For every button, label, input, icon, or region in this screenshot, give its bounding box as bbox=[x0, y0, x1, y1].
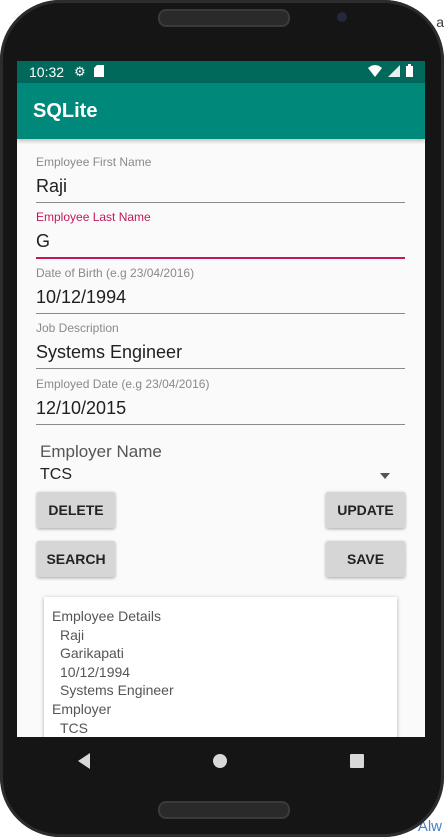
employer-spinner[interactable]: TCS bbox=[40, 466, 390, 488]
first-name-label: Employee First Name bbox=[36, 155, 152, 169]
top-speaker bbox=[158, 9, 290, 27]
details-heading: Employee Details bbox=[52, 608, 161, 624]
details-last-name: Garikapati bbox=[60, 645, 124, 662]
navigation-bar bbox=[17, 737, 425, 785]
job-label: Job Description bbox=[36, 321, 119, 335]
details-employer-value: TCS bbox=[60, 719, 88, 736]
gear-icon: ⚙ bbox=[74, 64, 86, 79]
first-name-input[interactable]: Raji bbox=[36, 169, 405, 203]
last-name-label: Employee Last Name bbox=[36, 210, 151, 224]
update-button[interactable]: UPDATE bbox=[326, 492, 405, 528]
last-name-input[interactable]: G bbox=[36, 224, 405, 259]
bottom-speaker bbox=[158, 801, 290, 819]
details-employer-heading: Employer bbox=[52, 700, 112, 717]
signal-icon bbox=[388, 64, 400, 80]
front-camera bbox=[337, 12, 347, 22]
employed-date-field[interactable]: Employed Date (e.g 23/04/2016) 12/10/201… bbox=[36, 377, 405, 425]
status-bar: 10:32 ⚙ bbox=[17, 61, 425, 83]
app-title: SQLite bbox=[33, 99, 98, 122]
recents-icon[interactable] bbox=[349, 754, 364, 768]
home-icon[interactable] bbox=[212, 754, 227, 768]
job-field[interactable]: Job Description Systems Engineer bbox=[36, 321, 405, 369]
details-job: Systems Engineer bbox=[60, 682, 174, 699]
device-screen: 10:32 ⚙ SQLite Employee First Name Raji … bbox=[17, 61, 425, 737]
job-input[interactable]: Systems Engineer bbox=[36, 335, 405, 369]
dob-field[interactable]: Date of Birth (e.g 23/04/2016) 10/12/199… bbox=[36, 266, 405, 314]
back-icon[interactable] bbox=[78, 753, 91, 769]
sd-card-icon bbox=[93, 64, 104, 80]
battery-icon bbox=[406, 64, 413, 80]
save-button[interactable]: SAVE bbox=[326, 541, 405, 577]
employer-value: TCS bbox=[40, 466, 72, 483]
dob-label: Date of Birth (e.g 23/04/2016) bbox=[36, 266, 195, 280]
employee-details-card: Employee Details Raji Garikapati 10/12/1… bbox=[44, 597, 397, 737]
dropdown-arrow-icon[interactable] bbox=[380, 473, 390, 479]
status-time: 10:32 bbox=[29, 64, 65, 80]
employed-date-label: Employed Date (e.g 23/04/2016) bbox=[36, 377, 210, 391]
delete-button[interactable]: DELETE bbox=[37, 492, 115, 528]
search-button[interactable]: SEARCH bbox=[37, 541, 115, 577]
first-name-field[interactable]: Employee First Name Raji bbox=[36, 155, 405, 203]
background-edge-text: a bbox=[436, 14, 444, 30]
details-dob: 10/12/1994 bbox=[60, 663, 131, 680]
employer-label: Employer Name bbox=[40, 442, 162, 461]
app-bar: SQLite bbox=[17, 83, 425, 139]
dob-input[interactable]: 10/12/1994 bbox=[36, 280, 405, 314]
last-name-field[interactable]: Employee Last Name G bbox=[36, 210, 405, 259]
phone-frame: 10:32 ⚙ SQLite Employee First Name Raji … bbox=[0, 0, 444, 837]
details-first-name: Raji bbox=[60, 626, 85, 643]
wifi-icon bbox=[368, 64, 382, 80]
employed-date-input[interactable]: 12/10/2015 bbox=[36, 391, 405, 425]
